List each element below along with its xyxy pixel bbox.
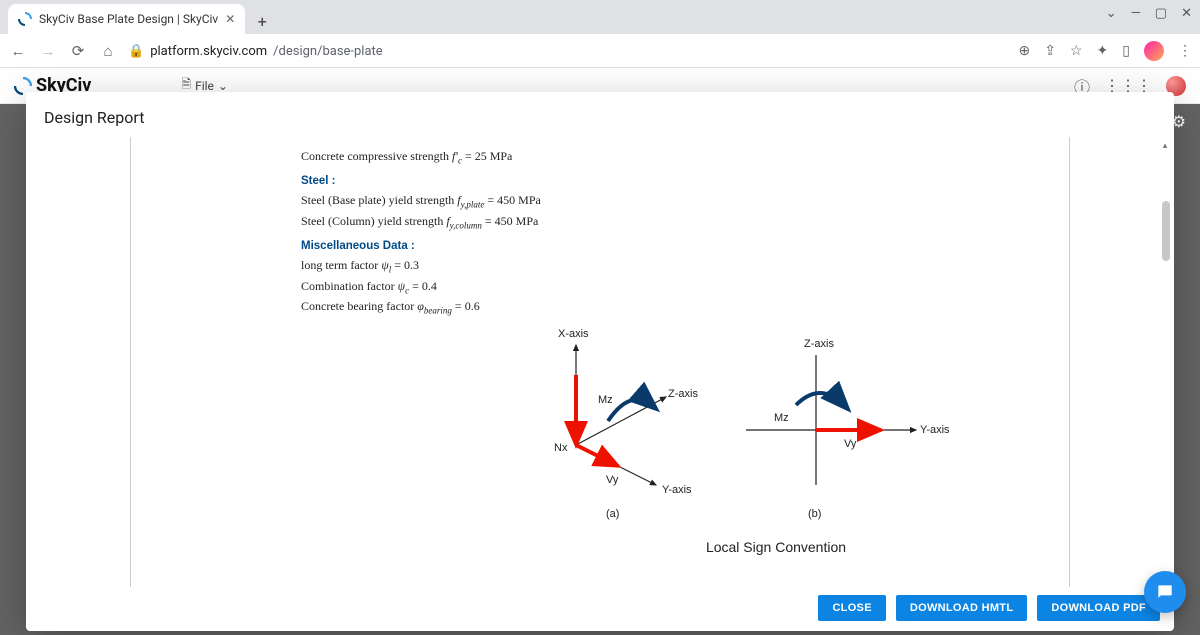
menu-icon[interactable]: ⋮ (1178, 43, 1192, 59)
zoom-icon[interactable]: ⊕ (1019, 43, 1031, 59)
browser-tab[interactable]: SkyCiv Base Plate Design | SkyCiv ✕ (8, 4, 245, 34)
minimize-icon[interactable]: — (1131, 6, 1141, 21)
panel-a-label: (a) (606, 508, 619, 520)
lock-icon: 🔒 (128, 44, 144, 59)
diagram-caption: Local Sign Convention (496, 539, 1056, 555)
chat-fab[interactable] (1144, 571, 1186, 613)
steel-column-line: Steel (Column) yield strength fy,column … (301, 214, 1069, 230)
y-axis-label: Y-axis (662, 484, 692, 496)
z-axis-label: Z-axis (668, 388, 698, 400)
download-html-button[interactable]: DOWNLOAD HMTL (896, 595, 1028, 621)
x-axis-label: X-axis (558, 328, 589, 340)
star-icon[interactable]: ☆ (1070, 43, 1083, 59)
modal-title: Design Report (26, 92, 1174, 137)
download-pdf-button[interactable]: DOWNLOAD PDF (1037, 595, 1160, 621)
concrete-strength-line: Concrete compressive strength f′c = 25 M… (301, 149, 1069, 165)
close-button[interactable]: CLOSE (818, 595, 885, 621)
tab-bar: SkyCiv Base Plate Design | SkyCiv ✕ + ⌄ … (0, 0, 1200, 34)
misc-section-header: Miscellaneous Data : (301, 240, 1069, 252)
profile-avatar[interactable] (1144, 41, 1164, 61)
modal-footer: CLOSE DOWNLOAD HMTL DOWNLOAD PDF (26, 587, 1174, 631)
close-icon[interactable]: ✕ (225, 12, 235, 26)
close-window-icon[interactable]: ✕ (1181, 6, 1192, 21)
mz-label-a: Mz (598, 394, 613, 406)
steel-section-header: Steel : (301, 175, 1069, 187)
scroll-thumb[interactable] (1162, 201, 1170, 261)
modal-body: Concrete compressive strength f′c = 25 M… (26, 137, 1174, 587)
sign-convention-diagram: X-axis Z-axis Y-axis Nx Vy (496, 325, 1056, 555)
steel-plate-line: Steel (Base plate) yield strength fy,pla… (301, 193, 1069, 209)
bearing-factor-line: Concrete bearing factor φbearing = 0.6 (301, 299, 1069, 315)
long-term-factor-line: long term factor ψl = 0.3 (301, 258, 1069, 274)
maximize-icon[interactable]: ▢ (1155, 6, 1167, 21)
url-field[interactable]: 🔒 platform.skyciv.com/design/base-plate (128, 44, 1009, 59)
share-icon[interactable]: ⇪ (1044, 43, 1056, 59)
chevron-down-icon: ⌄ (218, 79, 228, 93)
design-report-modal: Design Report Concrete compressive stren… (26, 92, 1174, 631)
scroll-up-arrow[interactable]: ▴ (1160, 141, 1170, 151)
report-content: Concrete compressive strength f′c = 25 M… (130, 137, 1070, 587)
url-path: /design/base-plate (273, 44, 383, 59)
combination-factor-line: Combination factor ψc = 0.4 (301, 279, 1069, 295)
new-tab-button[interactable]: + (249, 8, 275, 34)
panel-b-label: (b) (808, 508, 821, 520)
address-bar: ← → ⟳ ⌂ 🔒 platform.skyciv.com/design/bas… (0, 34, 1200, 68)
scrollbar[interactable]: ▴ ▾ (1160, 141, 1172, 583)
nx-label: Nx (554, 442, 568, 454)
url-host: platform.skyciv.com (150, 44, 267, 59)
z-axis-label-b: Z-axis (804, 338, 834, 350)
panel-icon[interactable]: ▯ (1122, 43, 1130, 59)
y-axis-label-b: Y-axis (920, 424, 950, 436)
back-button[interactable]: ← (8, 42, 28, 60)
vy-label: Vy (606, 474, 619, 486)
chevron-down-icon[interactable]: ⌄ (1106, 6, 1117, 21)
extensions-icon[interactable]: ✦ (1097, 43, 1109, 59)
home-button[interactable]: ⌂ (98, 42, 118, 60)
vy-label-b: Vy (844, 438, 857, 450)
forward-button[interactable]: → (38, 42, 58, 60)
mz-label-b: Mz (774, 412, 789, 424)
window-controls: ⌄ — ▢ ✕ (1106, 6, 1192, 21)
tab-title: SkyCiv Base Plate Design | SkyCiv (39, 12, 218, 26)
skyciv-favicon (18, 12, 32, 26)
browser-chrome: SkyCiv Base Plate Design | SkyCiv ✕ + ⌄ … (0, 0, 1200, 68)
reload-button[interactable]: ⟳ (68, 42, 88, 60)
